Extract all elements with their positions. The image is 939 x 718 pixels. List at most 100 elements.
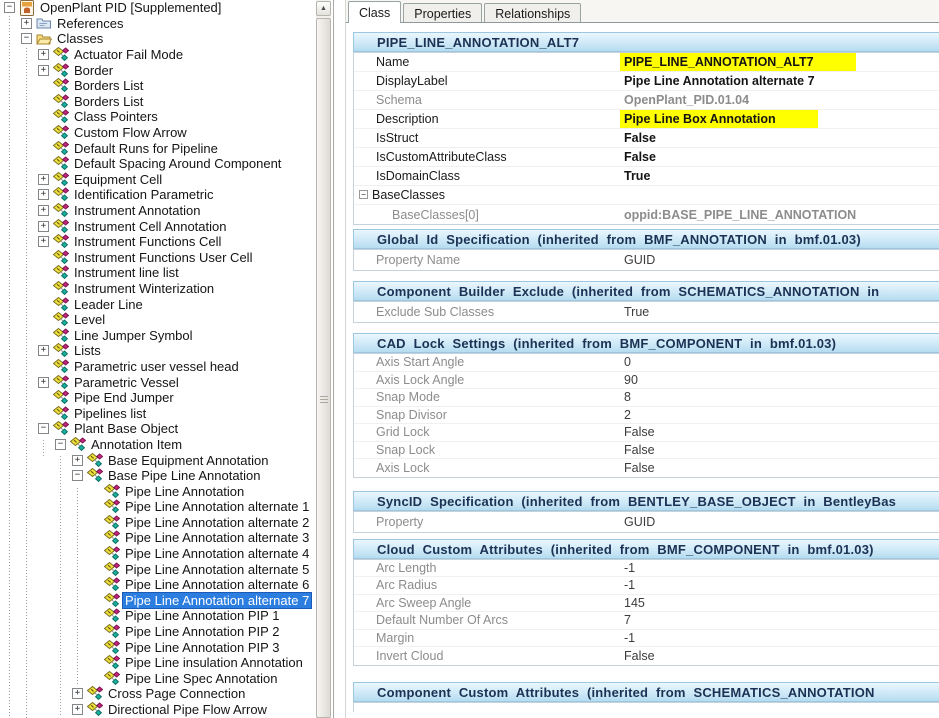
property-label: Default Number Of Arcs xyxy=(376,613,508,627)
collapse-icon[interactable]: − xyxy=(55,439,66,450)
property-row[interactable]: Arc Length-1 xyxy=(354,560,939,578)
tree-item[interactable]: +Base Equipment Annotation xyxy=(0,452,316,468)
tree-item[interactable]: Pipe Line Annotation alternate 5 xyxy=(0,561,316,577)
tree-item[interactable]: Line Jumper Symbol xyxy=(0,327,316,343)
collapse-icon[interactable]: − xyxy=(359,190,368,199)
property-row[interactable]: Arc Radius-1 xyxy=(354,577,939,595)
tree-item[interactable]: +Border xyxy=(0,62,316,78)
expand-icon[interactable]: + xyxy=(38,221,49,232)
tree-item[interactable]: +Actuator Fail Mode xyxy=(0,47,316,63)
property-row[interactable]: DisplayLabelPipe Line Annotation alterna… xyxy=(354,72,939,91)
property-row[interactable]: NamePIPE_LINE_ANNOTATION_ALT7 xyxy=(354,53,939,72)
expand-icon[interactable]: + xyxy=(38,377,49,388)
tree-item[interactable]: Pipe Line Annotation alternate 2 xyxy=(0,515,316,531)
tree-item[interactable]: Pipelines list xyxy=(0,405,316,421)
tree-item[interactable]: +Equipment Cell xyxy=(0,172,316,188)
tree-item[interactable]: +Lists xyxy=(0,343,316,359)
tab-class[interactable]: Class xyxy=(348,1,401,23)
property-row[interactable]: Property NameGUID xyxy=(354,250,939,270)
tree-item[interactable]: +Parametric Vessel xyxy=(0,374,316,390)
property-row[interactable]: Invert CloudFalse xyxy=(354,647,939,665)
property-row[interactable]: Margin-1 xyxy=(354,630,939,648)
tree-item[interactable]: Pipe Line Annotation PIP 2 xyxy=(0,624,316,640)
property-row[interactable]: Arc Sweep Angle145 xyxy=(354,595,939,613)
property-row[interactable]: Snap LockFalse xyxy=(354,442,939,460)
tree-item[interactable]: Pipe Line Annotation alternate 6 xyxy=(0,577,316,593)
tree-item[interactable]: Level xyxy=(0,312,316,328)
collapse-icon[interactable]: − xyxy=(21,33,32,44)
tree-item[interactable]: −OpenPlant PID [Supplemented] xyxy=(0,0,316,16)
tree-item[interactable]: −Base Pipe Line Annotation xyxy=(0,468,316,484)
tree-item[interactable]: −Classes xyxy=(0,31,316,47)
tree-item[interactable]: Instrument Winterization xyxy=(0,281,316,297)
expand-icon[interactable]: + xyxy=(38,174,49,185)
collapse-icon[interactable]: − xyxy=(38,423,49,434)
property-row[interactable]: Snap Mode8 xyxy=(354,389,939,407)
tree-item[interactable]: Borders List xyxy=(0,94,316,110)
tree-item[interactable]: +References xyxy=(0,16,316,32)
expand-icon[interactable]: + xyxy=(38,189,49,200)
tree-item[interactable]: Pipe Line Annotation alternate 4 xyxy=(0,546,316,562)
property-row[interactable]: Snap Divisor2 xyxy=(354,407,939,425)
tree-item[interactable]: Default Runs for Pipeline xyxy=(0,140,316,156)
tree-item[interactable]: +Instrument Annotation xyxy=(0,203,316,219)
tree-scrollbar[interactable]: ▲ xyxy=(316,0,331,718)
property-row[interactable]: Axis Lock Angle90 xyxy=(354,372,939,390)
expand-icon[interactable]: + xyxy=(38,205,49,216)
tree-item[interactable]: +Cross Page Connection xyxy=(0,686,316,702)
tree-item[interactable]: +Instrument Functions Cell xyxy=(0,234,316,250)
property-row[interactable]: IsDomainClassTrue xyxy=(354,167,939,186)
tree-item[interactable]: +Identification Parametric xyxy=(0,187,316,203)
property-row[interactable]: Axis Start Angle0 xyxy=(354,354,939,372)
tree-item[interactable]: Default Spacing Around Component xyxy=(0,156,316,172)
scroll-up-icon[interactable]: ▲ xyxy=(316,1,331,16)
panel-splitter[interactable] xyxy=(333,0,334,718)
property-row[interactable]: Exclude Sub ClassesTrue xyxy=(354,302,939,322)
tree-item[interactable]: Pipe Line Annotation PIP 1 xyxy=(0,608,316,624)
expand-icon[interactable]: + xyxy=(72,455,83,466)
tree-item[interactable]: Pipe Line insulation Annotation xyxy=(0,655,316,671)
scrollbar-thumb[interactable] xyxy=(316,18,331,718)
property-row[interactable]: SchemaOpenPlant_PID.01.04 xyxy=(354,91,939,110)
expand-icon[interactable]: + xyxy=(72,688,83,699)
expand-icon[interactable]: + xyxy=(38,236,49,247)
tab-relationships[interactable]: Relationships xyxy=(484,3,581,23)
property-row[interactable]: DescriptionPipe Line Box Annotation xyxy=(354,110,939,129)
property-label: Property Name xyxy=(376,253,460,267)
class-icon xyxy=(87,702,103,718)
tree-item[interactable]: Pipe Line Annotation alternate 3 xyxy=(0,530,316,546)
tab-properties[interactable]: Properties xyxy=(403,3,482,23)
property-row[interactable]: Grid LockFalse xyxy=(354,424,939,442)
tree-item[interactable]: Pipe Line Annotation alternate 1 xyxy=(0,499,316,515)
property-row[interactable]: IsCustomAttributeClassFalse xyxy=(354,148,939,167)
property-row[interactable]: −BaseClasses xyxy=(354,186,939,205)
tree-item[interactable]: Pipe End Jumper xyxy=(0,390,316,406)
tree-item[interactable]: Class Pointers xyxy=(0,109,316,125)
tree-item[interactable]: Instrument line list xyxy=(0,265,316,281)
tree-item[interactable]: Borders List xyxy=(0,78,316,94)
tree-item[interactable]: Leader Line xyxy=(0,296,316,312)
expand-icon[interactable]: + xyxy=(21,18,32,29)
tree-item[interactable]: Pipe Line Annotation xyxy=(0,483,316,499)
tree-item[interactable]: Pipe Line Annotation alternate 7 xyxy=(0,593,316,609)
expand-icon[interactable]: + xyxy=(38,345,49,356)
tree-item[interactable]: +Directional Pipe Flow Arrow xyxy=(0,702,316,718)
property-row[interactable]: Axis LockFalse xyxy=(354,459,939,477)
property-row[interactable]: BaseClasses[0]oppid:BASE_PIPE_LINE_ANNOT… xyxy=(354,205,939,224)
collapse-icon[interactable]: − xyxy=(4,2,15,13)
expand-icon[interactable]: + xyxy=(38,65,49,76)
collapse-icon[interactable]: − xyxy=(72,470,83,481)
property-row[interactable]: IsStructFalse xyxy=(354,129,939,148)
tree-item[interactable]: Pipe Line Annotation PIP 3 xyxy=(0,639,316,655)
tree-item[interactable]: −Annotation Item xyxy=(0,437,316,453)
expand-icon[interactable]: + xyxy=(38,49,49,60)
expand-icon[interactable]: + xyxy=(72,704,83,715)
tree-item[interactable]: +Instrument Cell Annotation xyxy=(0,218,316,234)
tree-item[interactable]: Pipe Line Spec Annotation xyxy=(0,671,316,687)
tree-item[interactable]: Instrument Functions User Cell xyxy=(0,250,316,266)
property-row[interactable]: PropertyGUID xyxy=(354,512,939,532)
property-row[interactable]: Default Number Of Arcs7 xyxy=(354,612,939,630)
tree-item[interactable]: Parametric user vessel head xyxy=(0,359,316,375)
tree-item[interactable]: −Plant Base Object xyxy=(0,421,316,437)
tree-item[interactable]: Custom Flow Arrow xyxy=(0,125,316,141)
